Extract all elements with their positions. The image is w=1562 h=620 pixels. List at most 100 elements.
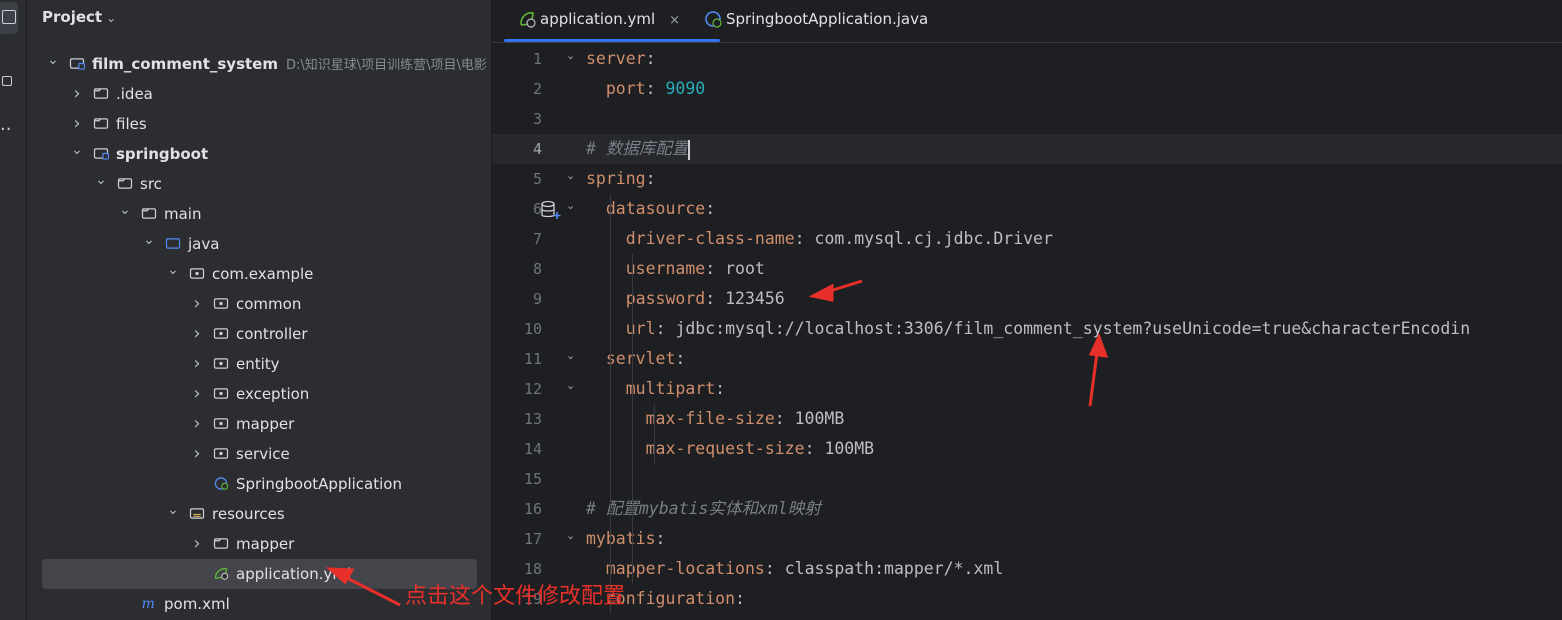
folder-icon (117, 178, 133, 189)
folder-icon (93, 88, 109, 99)
tree-item-java[interactable]: ⌄ java (27, 229, 481, 259)
chevron-down-icon[interactable]: ⌄ (95, 165, 107, 195)
code-line[interactable]: max-file-size: 100MB (586, 404, 1562, 434)
yaml-comment: # 数据库配置 (586, 139, 689, 158)
chevron-right-icon[interactable]: › (71, 79, 83, 109)
code-line[interactable]: driver-class-name: com.mysql.cj.jdbc.Dri… (586, 224, 1562, 254)
line-number: 5 (532, 170, 542, 188)
fold-chevron-icon[interactable]: ⌄ (566, 529, 575, 542)
code-line[interactable]: password: 123456 (586, 284, 1562, 314)
chevron-down-icon[interactable]: ⌄ (47, 45, 59, 75)
yaml-value: : (705, 199, 716, 218)
yaml-value: : (655, 319, 676, 338)
yaml-value (586, 559, 606, 578)
tree-item-files[interactable]: › files (27, 109, 481, 139)
code-line[interactable]: max-request-size: 100MB (586, 434, 1562, 464)
tree-item-label: main (164, 205, 202, 223)
yaml-value: jdbc:mysql://localhost:3306/film_comment… (675, 319, 1471, 338)
annotation-text: 点击这个文件修改配置 (405, 584, 626, 609)
line-number: 6 (532, 200, 542, 218)
chevron-right-icon[interactable]: › (191, 379, 203, 409)
tree-item-springbootapplication[interactable]: SpringbootApplication (27, 469, 481, 499)
tree-item--idea[interactable]: › .idea (27, 79, 481, 109)
tree-item-mapper[interactable]: › mapper (27, 529, 481, 559)
code-line[interactable]: url: jdbc:mysql://localhost:3306/film_co… (586, 314, 1562, 344)
chevron-right-icon[interactable]: › (191, 349, 203, 379)
tree-item-com-example[interactable]: ⌄ com.example (27, 259, 481, 289)
spring-class-icon (705, 11, 722, 28)
code-line[interactable] (586, 464, 1562, 494)
yaml-key: server (586, 49, 646, 68)
line-number: 2 (532, 80, 542, 98)
chevron-right-icon[interactable]: › (191, 529, 203, 559)
fold-chevron-icon[interactable]: ⌄ (566, 349, 575, 362)
maven-icon: m (142, 597, 155, 610)
tree-item-entity[interactable]: › entity (27, 349, 481, 379)
indent-guide (654, 404, 655, 464)
package-icon (213, 328, 229, 339)
chevron-down-icon[interactable]: ⌄ (167, 495, 179, 525)
tree-item-film-comment-system[interactable]: ⌄ film_comment_system D:\知识星球\项目训练营\项目\电影 (27, 49, 487, 79)
yaml-key: port (605, 79, 646, 98)
yaml-value: 123456 (725, 289, 785, 308)
yaml-value (586, 319, 626, 338)
yaml-value: : (675, 349, 686, 368)
code-line[interactable]: spring: (586, 164, 1562, 194)
yaml-value: : (735, 589, 745, 608)
structure-icon[interactable] (2, 76, 12, 86)
tree-item-common[interactable]: › common (27, 289, 481, 319)
code-line[interactable] (586, 104, 1562, 134)
chevron-right-icon[interactable]: › (191, 439, 203, 469)
svg-text:m: m (142, 597, 155, 610)
tree-item-src[interactable]: ⌄ src (27, 169, 481, 199)
fold-chevron-icon[interactable]: ⌄ (566, 199, 575, 212)
code-line[interactable]: mapper-locations: classpath:mapper/*.xml (586, 554, 1562, 584)
yaml-value (586, 409, 646, 428)
datasource-icon[interactable] (540, 200, 562, 220)
code-line[interactable]: configuration: (586, 584, 1562, 614)
code-line[interactable]: # 配置mybatis实体和xml映射 (586, 494, 1562, 524)
fold-chevron-icon[interactable]: ⌄ (566, 379, 575, 392)
module-folder-icon (69, 58, 85, 70)
tree-item-exception[interactable]: › exception (27, 379, 481, 409)
tree-item-resources[interactable]: ⌄ resources (27, 499, 481, 529)
code-line[interactable]: servlet: (586, 344, 1562, 374)
chevron-right-icon[interactable]: › (191, 319, 203, 349)
project-icon[interactable] (2, 10, 16, 24)
chevron-down-icon[interactable]: ⌄ (119, 195, 131, 225)
line-number: 3 (532, 110, 542, 128)
tree-item-service[interactable]: › service (27, 439, 481, 469)
code-line[interactable]: multipart: (586, 374, 1562, 404)
tree-item-main[interactable]: ⌄ main (27, 199, 481, 229)
chevron-down-icon[interactable]: ⌄ (71, 135, 83, 165)
chevron-down-icon[interactable]: ⌄ (143, 225, 155, 255)
code-line[interactable]: port: 9090 (586, 74, 1562, 104)
chevron-right-icon[interactable]: › (191, 289, 203, 319)
source-folder-icon (165, 238, 181, 249)
code-line[interactable]: mybatis: (586, 524, 1562, 554)
fold-chevron-icon[interactable]: ⌄ (566, 169, 575, 182)
yaml-value: : (774, 409, 795, 428)
chevron-right-icon[interactable]: › (191, 409, 203, 439)
line-number: 4 (532, 140, 542, 158)
tab-springbootapplication-java[interactable]: SpringbootApplication.java (688, 0, 928, 42)
code-line[interactable]: datasource: (586, 194, 1562, 224)
code-line[interactable]: server: (586, 44, 1562, 74)
chevron-down-icon[interactable]: ⌄ (106, 11, 116, 25)
fold-chevron-icon[interactable]: ⌄ (566, 49, 575, 62)
line-number: 10 (523, 320, 542, 338)
text-caret (688, 139, 691, 160)
module-folder-icon (93, 148, 109, 160)
chevron-down-icon[interactable]: ⌄ (167, 255, 179, 285)
more-tools-icon[interactable]: .. (0, 116, 14, 134)
tree-item-label: files (116, 115, 147, 133)
project-panel-header[interactable]: Project ⌄ (42, 8, 116, 26)
tree-item-label: service (236, 445, 290, 463)
line-number: 12 (523, 380, 542, 398)
package-icon (213, 448, 229, 459)
code-line[interactable]: # 数据库配置 (586, 134, 1562, 164)
close-icon[interactable]: × (669, 13, 680, 28)
code-line[interactable]: username: root (586, 254, 1562, 284)
tree-item-mapper[interactable]: › mapper (27, 409, 481, 439)
tree-item-controller[interactable]: › controller (27, 319, 481, 349)
